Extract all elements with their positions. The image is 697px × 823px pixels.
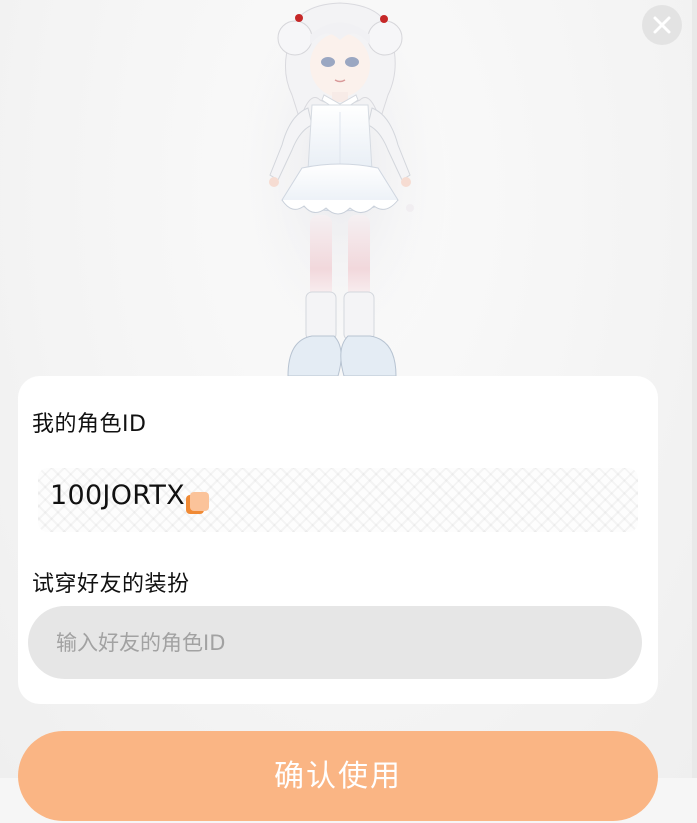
avatar-character-image xyxy=(230,0,450,380)
close-button[interactable] xyxy=(642,5,682,45)
dialog-edge xyxy=(692,0,697,778)
friend-role-id-input[interactable] xyxy=(28,606,642,679)
role-id-value: 100JORTX xyxy=(50,480,185,511)
confirm-use-button[interactable]: 确认使用 xyxy=(18,731,658,821)
copy-id-button[interactable] xyxy=(185,491,211,517)
role-card: 我的角色ID 100JORTX 试穿好友的装扮 xyxy=(18,376,658,704)
close-icon xyxy=(653,16,671,34)
my-role-id-label: 我的角色ID xyxy=(32,412,147,437)
copy-icon xyxy=(186,492,209,514)
role-id-display: 100JORTX xyxy=(38,468,638,532)
try-friend-outfit-label: 试穿好友的装扮 xyxy=(32,572,190,597)
